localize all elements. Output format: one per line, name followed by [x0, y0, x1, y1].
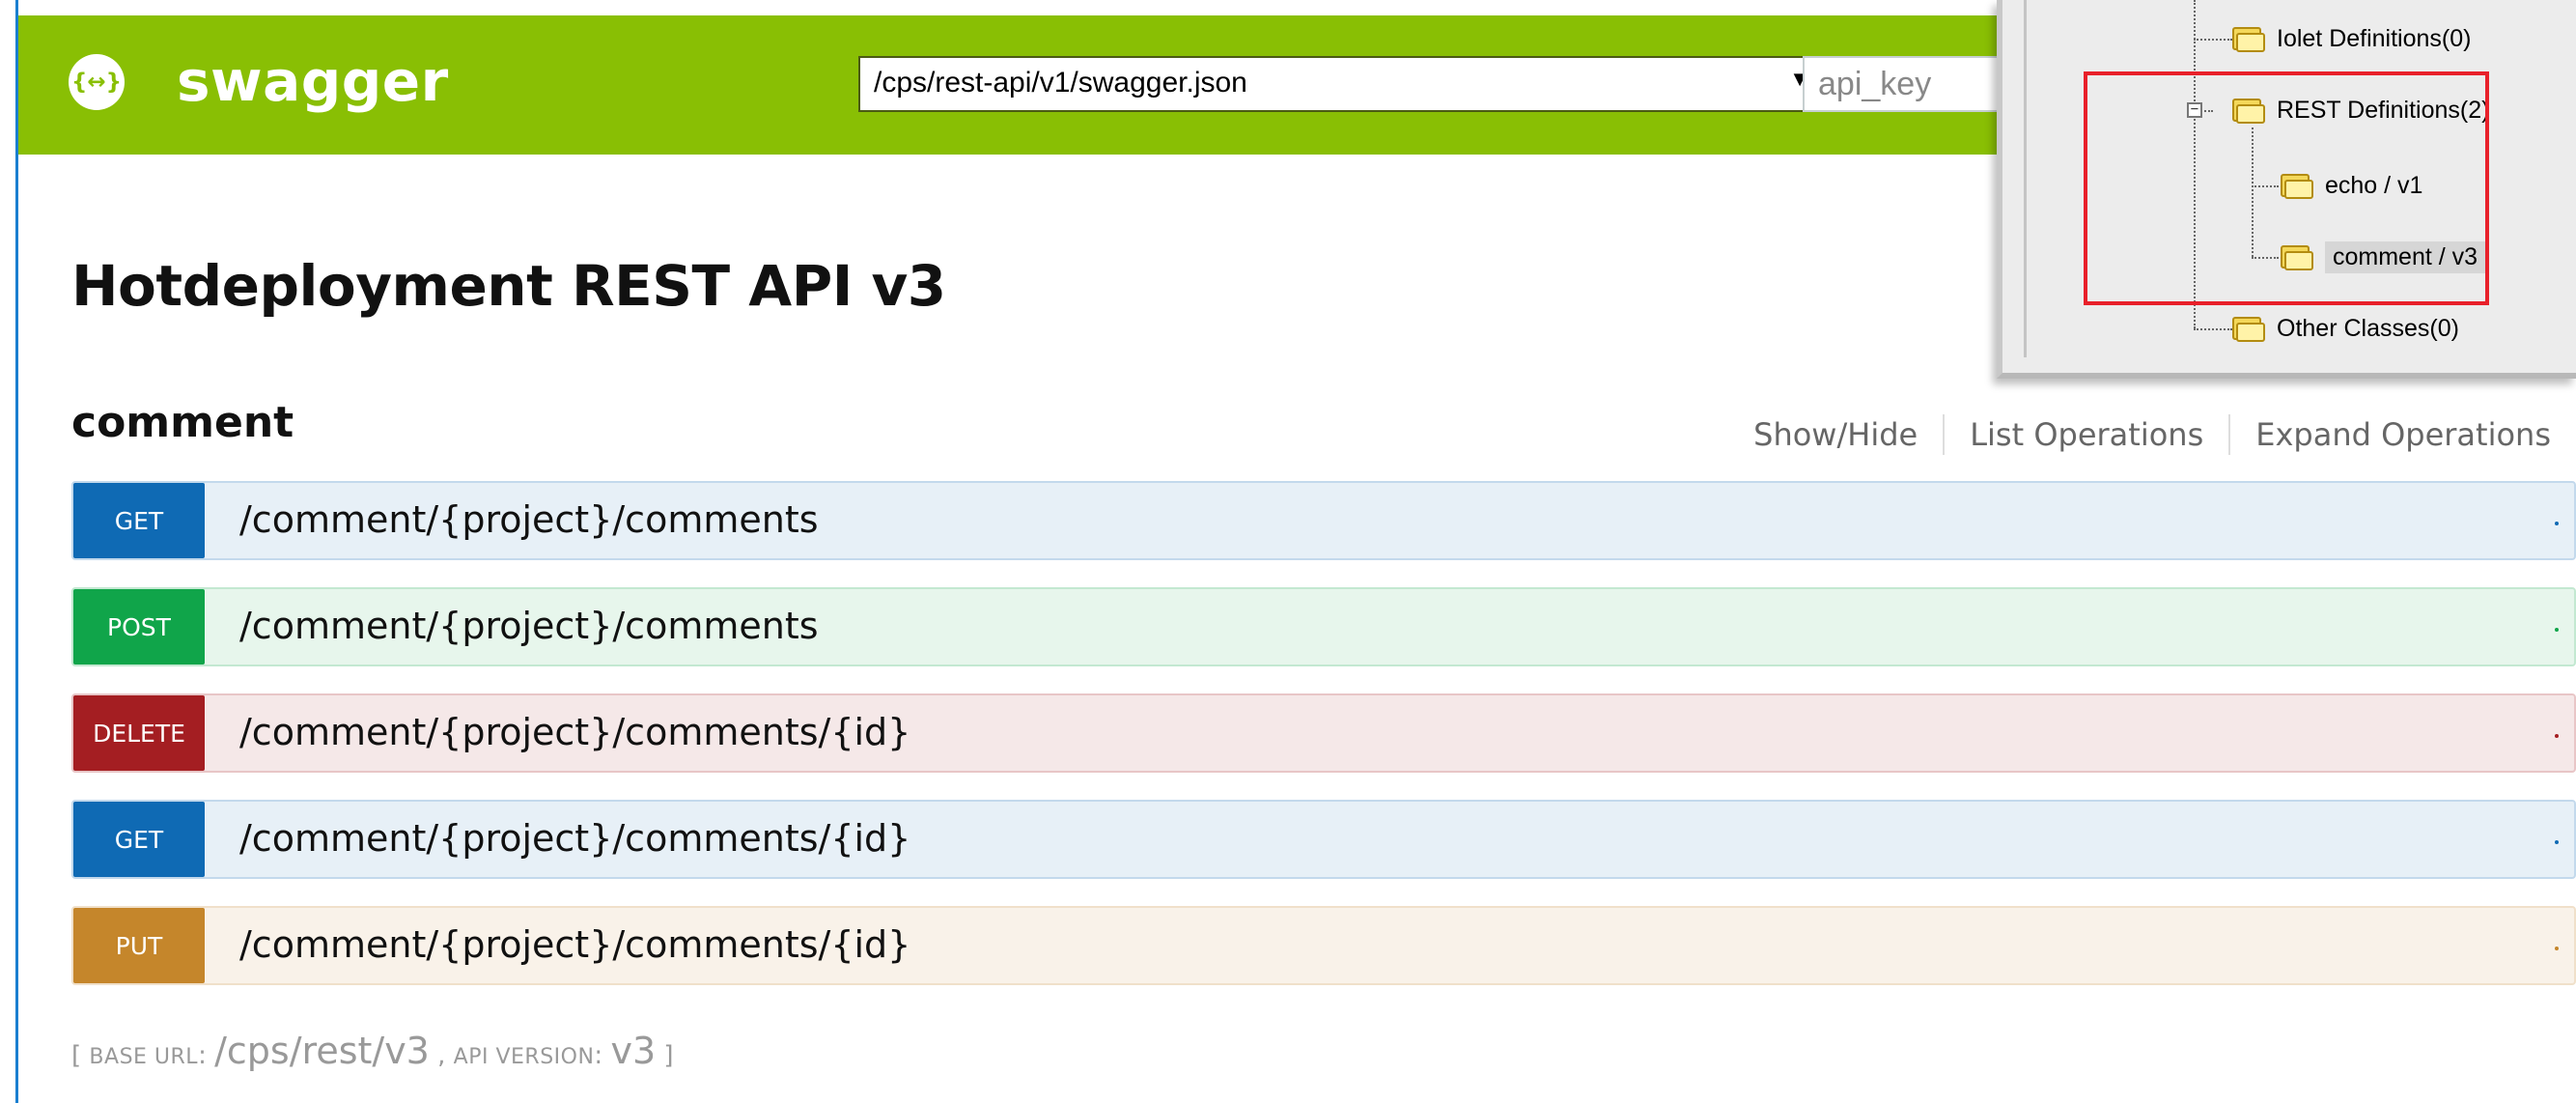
red-highlight-box — [2084, 71, 2489, 305]
http-method-badge[interactable]: GET — [73, 802, 205, 877]
api-version-label: Api version — [453, 1045, 595, 1069]
operation-path[interactable]: /comment/{project}/comments/{id} — [239, 802, 910, 877]
operation-dot — [2555, 840, 2559, 844]
folder-icon — [2230, 315, 2265, 342]
tree-item-other-classes[interactable]: Other Classes(0) — [2230, 309, 2459, 348]
show-hide-link[interactable]: Show/Hide — [1728, 416, 1943, 453]
list-operations-link[interactable]: List Operations — [1945, 416, 2228, 453]
swagger-logo-icon: {↔} — [69, 54, 125, 110]
operation-path[interactable]: /comment/{project}/comments — [239, 589, 819, 665]
operation-dot — [2555, 947, 2559, 950]
http-method-badge[interactable]: PUT — [73, 908, 205, 983]
operation-row[interactable]: GET /comment/{project}/comments — [71, 481, 2576, 560]
operation-dot — [2555, 734, 2559, 738]
operation-row[interactable]: PUT /comment/{project}/comments/{id} — [71, 906, 2576, 985]
spec-url-select[interactable]: /cps/rest-api/v1/swagger.json ▼ — [858, 56, 1824, 112]
operation-path[interactable]: /comment/{project}/comments — [239, 483, 819, 558]
bracket: ] — [656, 1041, 674, 1070]
panel-inset-line — [2024, 0, 2027, 357]
tree-line — [2194, 39, 2232, 41]
operation-row[interactable]: POST /comment/{project}/comments — [71, 587, 2576, 666]
operation-dot — [2555, 522, 2559, 525]
page-left-border — [15, 0, 18, 1103]
base-url-value: /cps/rest/v3 — [214, 1030, 430, 1072]
operation-path[interactable]: /comment/{project}/comments/{id} — [239, 695, 910, 771]
expand-operations-link[interactable]: Expand Operations — [2230, 416, 2551, 453]
api-version-value: v3 — [610, 1030, 657, 1072]
http-method-badge[interactable]: POST — [73, 589, 205, 665]
tree-item-label: Other Classes(0) — [2277, 314, 2459, 342]
operation-row[interactable]: GET /comment/{project}/comments/{id} — [71, 800, 2576, 879]
folder-icon — [2230, 25, 2265, 52]
operation-row[interactable]: DELETE /comment/{project}/comments/{id} — [71, 693, 2576, 773]
bracket: [ — [71, 1041, 90, 1070]
page-title: Hotdeployment REST API v3 — [71, 253, 946, 319]
colon: : — [594, 1041, 611, 1070]
base-url-info: [ Base url: /cps/rest/v3 , Api version: … — [71, 1032, 674, 1070]
tree-item-label: Iolet Definitions(0) — [2277, 24, 2472, 52]
spec-url-value: /cps/rest-api/v1/swagger.json — [874, 67, 1247, 99]
operation-path[interactable]: /comment/{project}/comments/{id} — [239, 908, 910, 983]
colon: : — [198, 1041, 215, 1070]
separator: , — [429, 1041, 454, 1070]
tree-line — [2194, 328, 2232, 330]
swagger-logo-text[interactable]: swagger — [177, 42, 449, 120]
http-method-badge[interactable]: DELETE — [73, 695, 205, 771]
operation-dot — [2555, 628, 2559, 632]
resource-links: Show/Hide List Operations Expand Operati… — [1728, 414, 2551, 455]
http-method-badge[interactable]: GET — [73, 483, 205, 558]
base-url-label: Base url — [89, 1045, 199, 1069]
tree-item-iolet-definitions[interactable]: Iolet Definitions(0) — [2230, 19, 2471, 58]
resource-name[interactable]: comment — [71, 398, 294, 447]
